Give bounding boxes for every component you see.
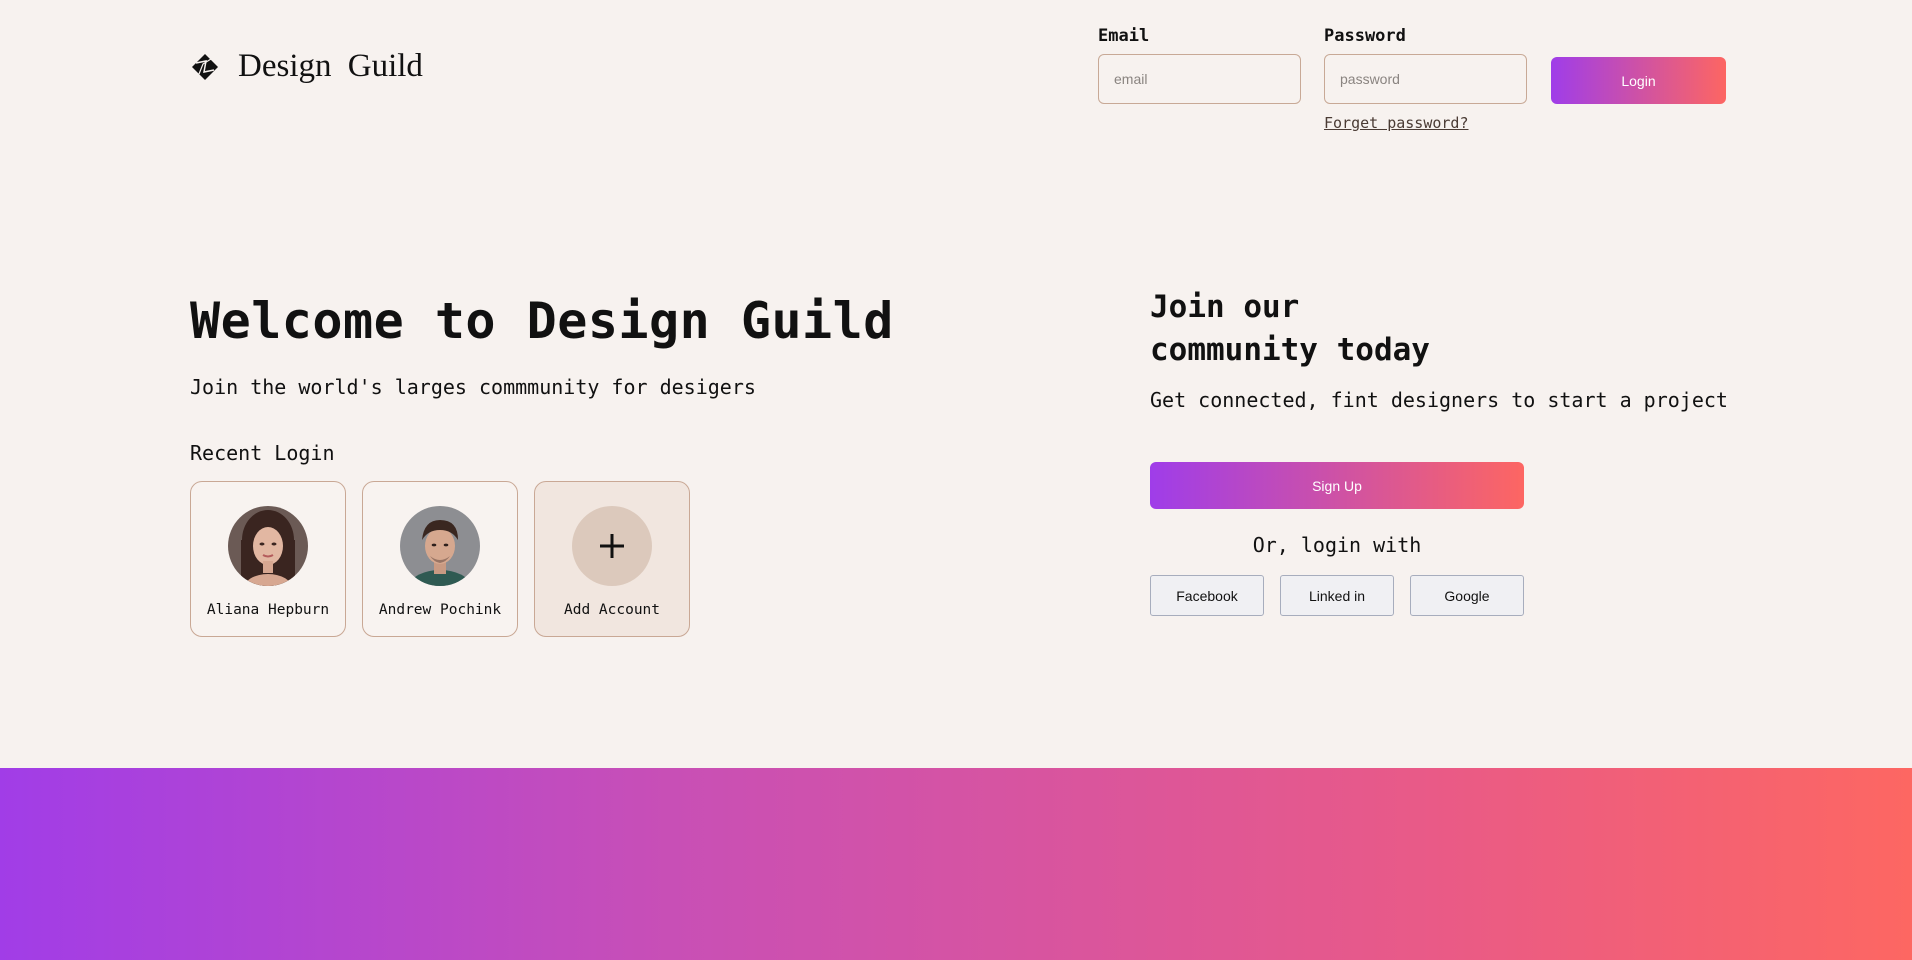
password-label: Password — [1324, 26, 1406, 46]
password-input[interactable] — [1324, 54, 1527, 104]
woman-portrait-icon — [228, 506, 308, 586]
login-button[interactable]: Login — [1551, 57, 1726, 104]
avatar — [400, 506, 480, 586]
plus-icon — [600, 534, 624, 558]
diamond-logo-icon — [192, 53, 218, 80]
facebook-button[interactable]: Facebook — [1150, 575, 1264, 616]
email-input[interactable] — [1098, 54, 1301, 104]
sign-up-button[interactable]: Sign Up — [1150, 462, 1524, 509]
brand[interactable]: Design Guild — [190, 48, 423, 85]
or-login-with-text: Or, login with — [1252, 533, 1422, 557]
avatar — [228, 506, 308, 586]
page-title: Welcome to Design Guild — [190, 292, 894, 350]
add-account-card[interactable]: Add Account — [534, 481, 690, 637]
join-subtitle: Get connected, fint designers to start a… — [1150, 388, 1728, 412]
add-circle — [572, 506, 652, 586]
account-name: Aliana Hepburn — [206, 602, 330, 618]
man-portrait-icon — [400, 506, 480, 586]
email-label: Email — [1098, 26, 1150, 46]
join-title-line1: Join our — [1150, 289, 1300, 325]
account-card-andrew[interactable]: Andrew Pochink — [362, 481, 518, 637]
forget-password-link[interactable]: Forget password? — [1324, 114, 1469, 132]
google-button[interactable]: Google — [1410, 575, 1524, 616]
account-name: Andrew Pochink — [378, 602, 502, 618]
recent-login-heading: Recent Login — [190, 441, 335, 465]
add-account-label: Add Account — [563, 602, 661, 618]
linkedin-button[interactable]: Linked in — [1280, 575, 1394, 616]
account-card-aliana[interactable]: Aliana Hepburn — [190, 481, 346, 637]
join-title: Join our community today — [1150, 286, 1430, 372]
footer-gradient-band — [0, 768, 1912, 960]
brand-name: Design Guild — [238, 48, 423, 84]
join-title-line2: community today — [1150, 332, 1430, 368]
hero-subtitle: Join the world's larges commmunity for d… — [190, 375, 756, 399]
